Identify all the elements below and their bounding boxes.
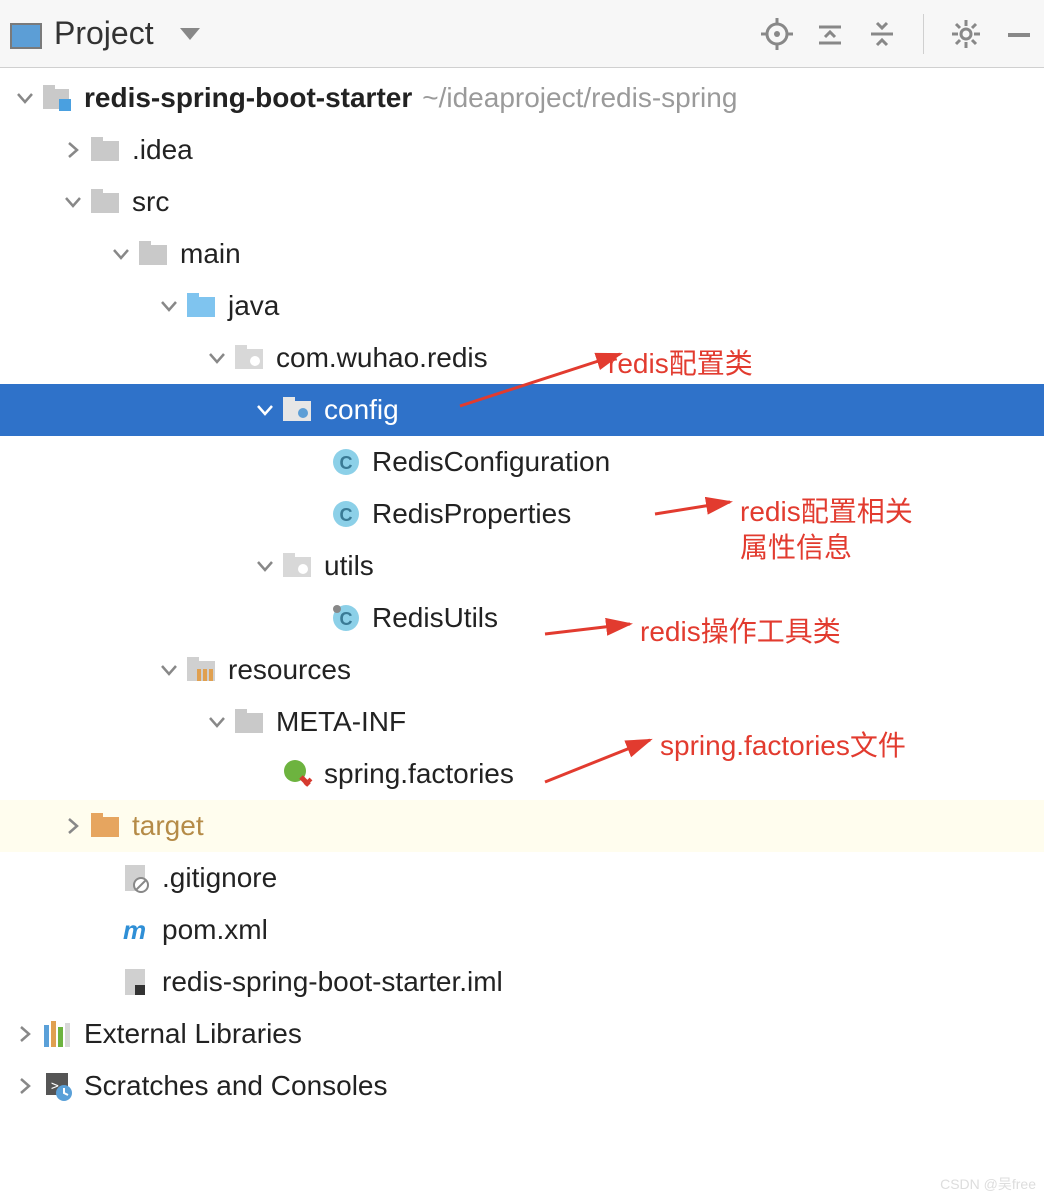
tree-row-resources[interactable]: resources [0, 644, 1044, 696]
resources-label: resources [228, 654, 351, 686]
annotation-properties-1: redis配置相关 [740, 490, 913, 530]
svg-text:C: C [340, 453, 353, 473]
root-name: redis-spring-boot-starter [84, 82, 412, 114]
watermark: CSDN @吴free [940, 1174, 1036, 1194]
external-libraries-label: External Libraries [84, 1018, 302, 1050]
arrow-icon [440, 344, 630, 414]
folder-icon [88, 189, 124, 215]
tree-row-root[interactable]: redis-spring-boot-starter ~/ideaproject/… [0, 72, 1044, 124]
annotation-utils: redis操作工具类 [640, 610, 841, 650]
scratches-label: Scratches and Consoles [84, 1070, 388, 1102]
annotation-factories: spring.factories文件 [660, 724, 906, 764]
svg-text:m: m [123, 915, 146, 945]
class-label: RedisProperties [372, 498, 571, 530]
chevron-down-icon[interactable] [106, 245, 136, 263]
factories-label: spring.factories [324, 758, 514, 790]
target-label: target [132, 810, 204, 842]
src-label: src [132, 186, 169, 218]
arrow-icon [540, 730, 660, 790]
chevron-down-icon[interactable] [250, 557, 280, 575]
iml-label: redis-spring-boot-starter.iml [162, 966, 503, 998]
tree-row-target[interactable]: target [0, 800, 1044, 852]
folder-icon [232, 709, 268, 735]
chevron-right-icon[interactable] [10, 1025, 40, 1043]
chevron-down-icon[interactable] [250, 401, 280, 419]
chevron-down-icon[interactable] [202, 349, 232, 367]
svg-text:C: C [340, 505, 353, 525]
chevron-right-icon[interactable] [10, 1077, 40, 1095]
chevron-down-icon[interactable] [58, 193, 88, 211]
spring-icon [280, 759, 316, 789]
gitignore-label: .gitignore [162, 862, 277, 894]
iml-icon [118, 967, 154, 997]
class-icon: C [328, 499, 364, 529]
class-icon: C [328, 603, 364, 633]
tree-row-src[interactable]: src [0, 176, 1044, 228]
toolbar-divider [923, 14, 924, 54]
root-path: ~/ideaproject/redis-spring [422, 82, 737, 114]
module-icon [40, 85, 76, 111]
chevron-right-icon[interactable] [58, 817, 88, 835]
chevron-down-icon[interactable] [154, 297, 184, 315]
locate-icon[interactable] [761, 18, 793, 50]
dropdown-icon[interactable] [180, 28, 200, 40]
chevron-down-icon[interactable] [154, 661, 184, 679]
tree-row-main[interactable]: main [0, 228, 1044, 280]
idea-label: .idea [132, 134, 193, 166]
collapse-all-icon[interactable] [867, 19, 897, 49]
metainf-label: META-INF [276, 706, 406, 738]
package-icon [232, 345, 268, 371]
tree-row-redis-utils[interactable]: C RedisUtils [0, 592, 1044, 644]
project-toolbar: Project [0, 0, 1044, 68]
config-label: config [324, 394, 399, 426]
scratches-icon: >_ [40, 1071, 76, 1101]
utils-label: utils [324, 550, 374, 582]
class-icon: C [328, 447, 364, 477]
source-folder-icon [184, 293, 220, 319]
arrow-icon [650, 494, 740, 524]
resource-folder-icon [184, 657, 220, 683]
file-icon [118, 863, 154, 893]
pom-label: pom.xml [162, 914, 268, 946]
arrow-icon [540, 612, 640, 642]
svg-text:C: C [340, 609, 353, 629]
folder-icon [88, 137, 124, 163]
tree-row-external-libraries[interactable]: External Libraries [0, 1008, 1044, 1060]
expand-all-icon[interactable] [815, 19, 845, 49]
project-panel-icon [10, 23, 42, 49]
package-icon [280, 397, 316, 423]
tree-row-gitignore[interactable]: .gitignore [0, 852, 1044, 904]
maven-icon: m [118, 915, 154, 945]
package-icon [280, 553, 316, 579]
tree-row-pom[interactable]: m pom.xml [0, 904, 1044, 956]
gear-icon[interactable] [950, 18, 982, 50]
tree-row-java[interactable]: java [0, 280, 1044, 332]
tree-row-utils[interactable]: utils [0, 540, 1044, 592]
minimize-icon[interactable] [1004, 19, 1034, 49]
project-panel-label[interactable]: Project [54, 15, 154, 52]
tree-row-iml[interactable]: redis-spring-boot-starter.iml [0, 956, 1044, 1008]
target-folder-icon [88, 813, 124, 839]
java-label: java [228, 290, 279, 322]
class-label: RedisUtils [372, 602, 498, 634]
annotation-properties-2: 属性信息 [740, 526, 852, 566]
chevron-down-icon[interactable] [10, 89, 40, 107]
main-label: main [180, 238, 241, 270]
tree-row-redis-configuration[interactable]: C RedisConfiguration [0, 436, 1044, 488]
tree-row-idea[interactable]: .idea [0, 124, 1044, 176]
chevron-down-icon[interactable] [202, 713, 232, 731]
tree-row-scratches[interactable]: >_ Scratches and Consoles [0, 1060, 1044, 1112]
class-label: RedisConfiguration [372, 446, 610, 478]
libraries-icon [40, 1019, 76, 1049]
project-tree: redis-spring-boot-starter ~/ideaproject/… [0, 68, 1044, 1112]
chevron-right-icon[interactable] [58, 141, 88, 159]
folder-icon [136, 241, 172, 267]
